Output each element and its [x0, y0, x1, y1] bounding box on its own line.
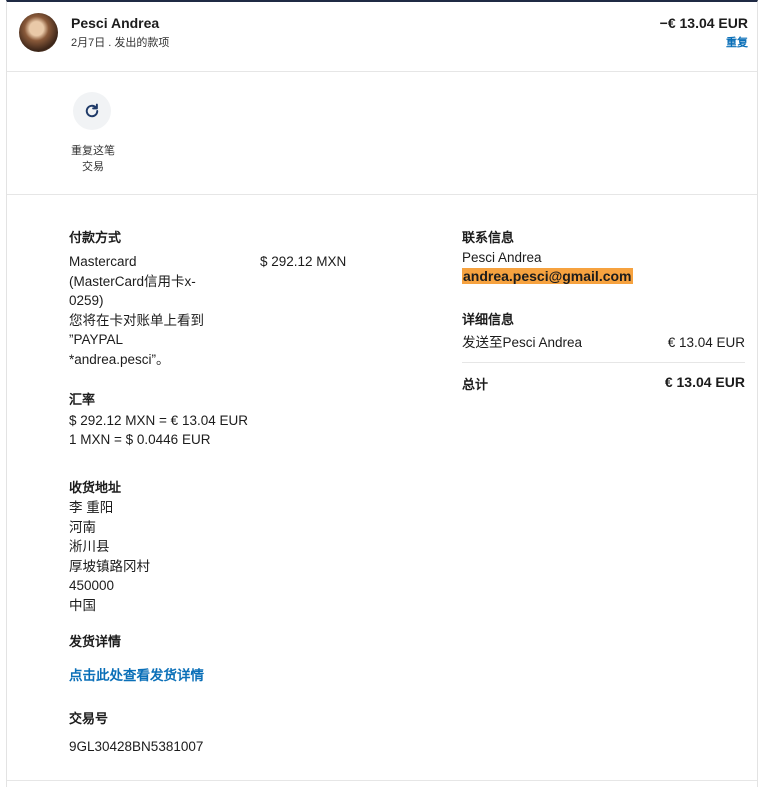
shipping-details-link[interactable]: 点击此处查看发货详情 — [69, 666, 204, 686]
contact-name: Pesci Andrea — [462, 250, 542, 265]
divider — [7, 194, 757, 195]
transaction-amount: −€ 13.04 EUR — [659, 15, 748, 31]
repeat-link[interactable]: 重复 — [726, 34, 748, 50]
payment-amount: $ 292.12 MXN — [260, 254, 347, 269]
transaction-id: 9GL30428BN5381007 — [69, 739, 204, 754]
repeat-transaction-button[interactable] — [73, 92, 111, 130]
exchange-rate-heading: 汇率 — [69, 392, 96, 407]
shipping-address-heading: 收货地址 — [69, 480, 122, 495]
divider — [7, 780, 757, 781]
avatar — [19, 13, 58, 52]
sent-amount: € 13.04 EUR — [667, 335, 745, 350]
payment-method-heading: 付款方式 — [69, 230, 122, 245]
sent-to-label: 发送至Pesci Andrea — [462, 335, 583, 350]
exchange-rate: 1 MXN = $ 0.0446 EUR — [69, 432, 211, 447]
repeat-transaction-label[interactable]: 重复这笔 交易 — [62, 143, 124, 175]
exchange-conversion: $ 292.12 MXN = € 13.04 EUR — [69, 413, 248, 428]
total-amount: € 13.04 EUR — [664, 374, 745, 390]
divider — [7, 71, 757, 72]
contact-email[interactable]: andrea.pesci@gmail.com — [462, 268, 633, 284]
total-label: 总计 — [462, 377, 489, 392]
divider — [462, 362, 745, 363]
transaction-date-type: 2月7日 . 发出的款项 — [71, 37, 170, 49]
transaction-id-heading: 交易号 — [69, 711, 109, 726]
details-heading: 详细信息 — [462, 312, 515, 327]
refresh-icon — [85, 103, 99, 118]
shipping-address: 李 重阳 河南 淅川县 厚坡镇路冈村 450000 中国 — [69, 500, 150, 613]
payee-name: Pesci Andrea — [71, 15, 160, 31]
contact-info-heading: 联系信息 — [462, 230, 515, 245]
payment-method-details: Mastercard (MasterCard信用卡x- 0259) 您将在卡对账… — [69, 254, 204, 367]
shipping-details-heading: 发货详情 — [69, 634, 122, 649]
